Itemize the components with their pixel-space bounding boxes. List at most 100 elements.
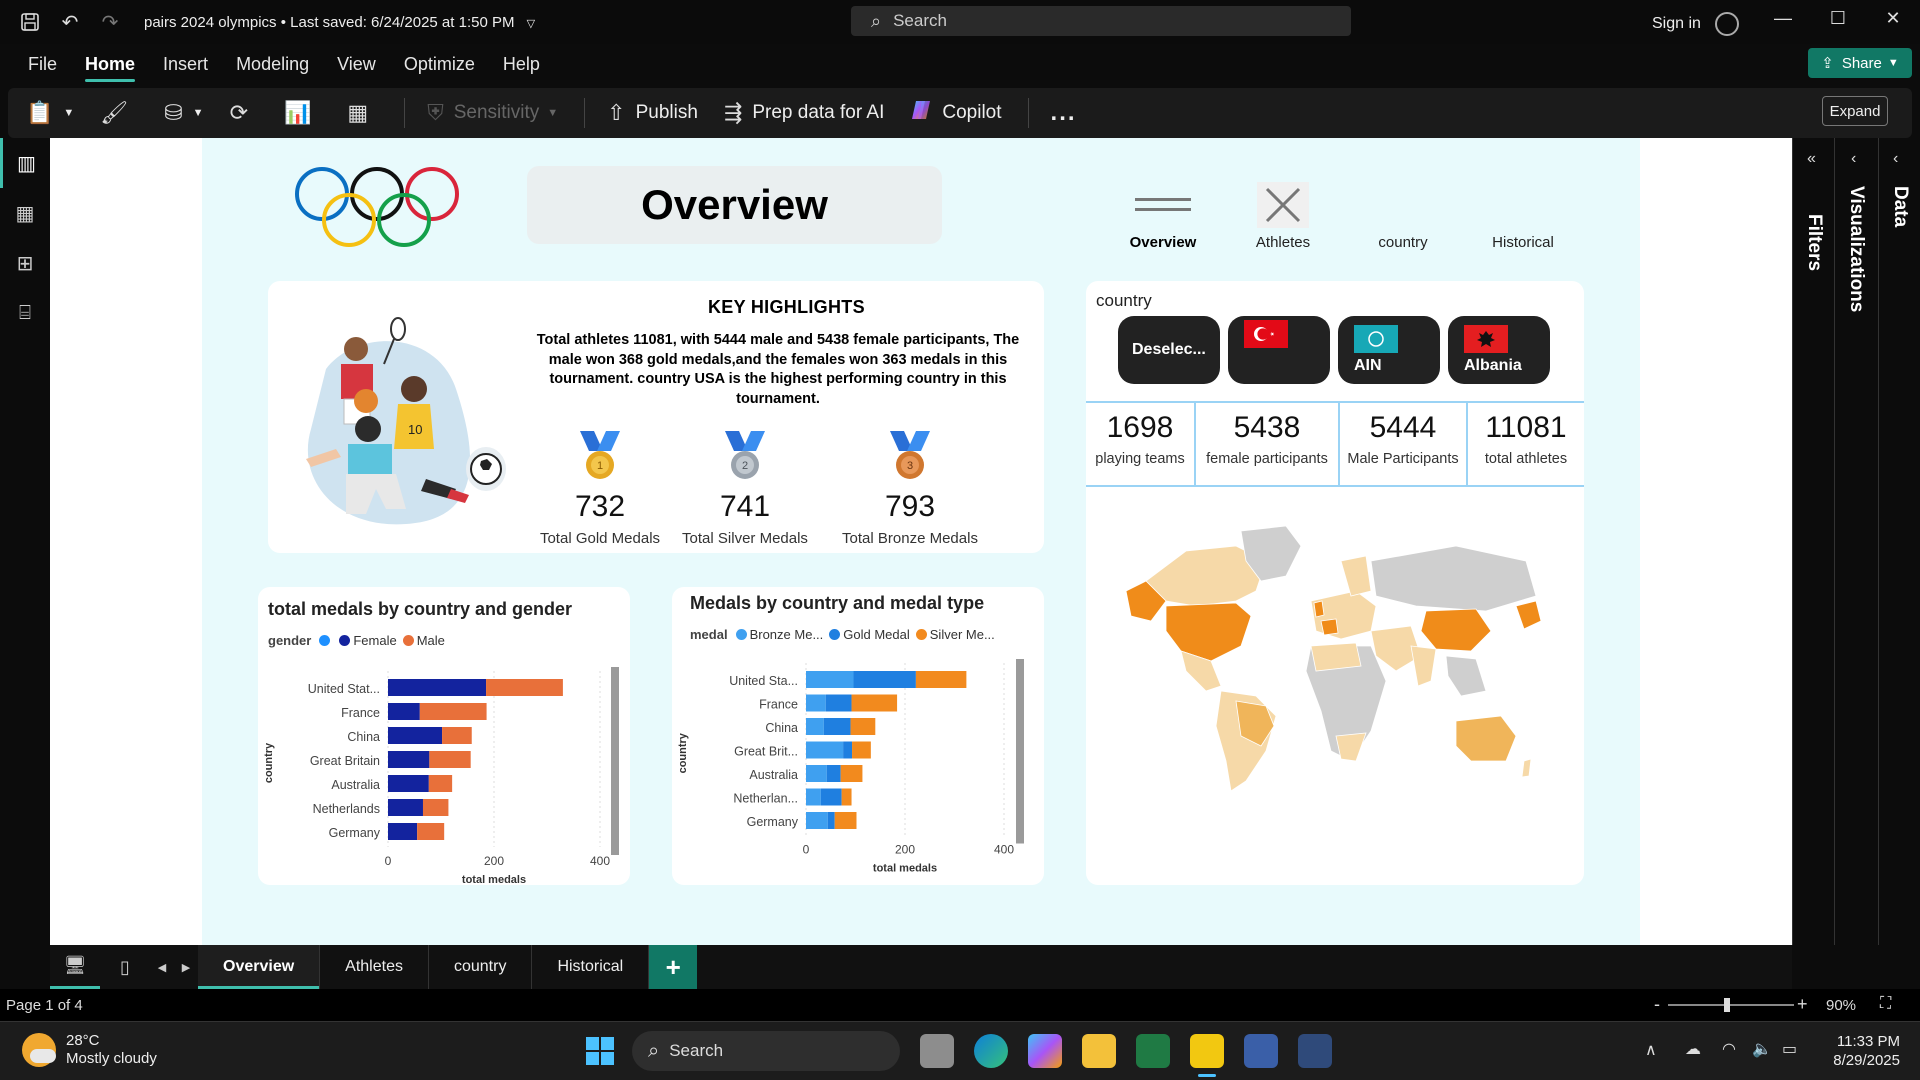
bar-segment[interactable]	[840, 765, 863, 782]
get-data-button[interactable]: ⛁ ▼	[164, 100, 203, 126]
bar-segment[interactable]	[388, 679, 487, 696]
windows-start-icon[interactable]	[585, 1036, 615, 1071]
map-region-france[interactable]	[1320, 618, 1339, 636]
map-region-south-africa[interactable]	[1335, 732, 1367, 762]
speaker-muted-icon[interactable]: 🔈	[1752, 1039, 1772, 1059]
more-options-button[interactable]: ...	[1051, 99, 1077, 127]
bar-segment[interactable]	[806, 741, 844, 759]
tab-country[interactable]: country	[429, 945, 533, 989]
tab-overview[interactable]: Overview	[198, 945, 321, 989]
map-region-australia[interactable]	[1455, 715, 1517, 762]
map-region-new-zealand[interactable]	[1521, 758, 1532, 778]
edge-browser-icon[interactable]	[974, 1034, 1008, 1068]
copilot-app-icon[interactable]	[1028, 1034, 1062, 1068]
tab-prev-icon[interactable]: ◀	[150, 945, 174, 989]
legend-item[interactable]: Gold Medal	[829, 627, 910, 642]
bar-segment[interactable]	[806, 765, 827, 782]
tab-historical[interactable]: Historical	[532, 945, 650, 989]
paste-button[interactable]: 📋 ▼	[26, 100, 74, 126]
model-view-icon[interactable]: ⊞	[0, 238, 50, 288]
bar-segment[interactable]	[850, 718, 876, 735]
share-button[interactable]: ⇪ Share ▼	[1808, 48, 1912, 78]
fit-to-page-icon[interactable]: ⛶	[1880, 995, 1891, 1013]
remote-desktop-icon[interactable]	[1298, 1034, 1332, 1068]
data-pane-collapsed[interactable]: ‹ Data	[1878, 138, 1920, 945]
redo-icon[interactable]: ↷	[90, 0, 130, 44]
visualizations-pane-label[interactable]: Visualizations	[1845, 186, 1867, 312]
add-page-button[interactable]: +	[649, 945, 698, 989]
chevron-left-icon[interactable]: «	[1807, 150, 1816, 168]
bar-segment[interactable]	[388, 751, 430, 768]
map-region-russia[interactable]	[1370, 545, 1537, 612]
taskbar-clock[interactable]: 11:33 PM 8/29/2025	[1830, 1032, 1900, 1070]
bar-segment[interactable]	[851, 694, 898, 712]
bar-segment[interactable]	[806, 671, 854, 688]
report-view-icon[interactable]: ▥	[0, 138, 50, 188]
slicer-chip-deselect[interactable]: Deselec...	[1118, 316, 1220, 384]
copilot-button[interactable]: Copilot	[910, 99, 1002, 127]
document-title[interactable]: pairs 2024 olympics • Last saved: 6/24/2…	[144, 14, 535, 31]
maximize-icon[interactable]: ☐	[1815, 8, 1861, 29]
save-icon[interactable]	[10, 0, 50, 44]
bar-segment[interactable]	[823, 718, 851, 735]
chart-scrollbar[interactable]	[1016, 659, 1024, 844]
legend-item[interactable]: Bronze Me...	[735, 627, 823, 642]
filters-pane-collapsed[interactable]: « Filters	[1792, 138, 1834, 945]
bar-segment[interactable]	[806, 694, 826, 712]
menu-optimize[interactable]: Optimize	[390, 44, 489, 86]
bar-segment[interactable]	[419, 703, 487, 720]
wifi-icon[interactable]: ◠	[1722, 1039, 1736, 1059]
nav-historical[interactable]: Historical	[1468, 182, 1578, 251]
bar-segment[interactable]	[806, 718, 824, 735]
filters-pane-label[interactable]: Filters	[1803, 214, 1825, 271]
data-pane-label[interactable]: Data	[1889, 186, 1911, 227]
map-region-usa[interactable]	[1165, 602, 1252, 662]
format-painter-button[interactable]: 🖌	[100, 100, 138, 126]
publish-button[interactable]: ⇧ Publish	[607, 100, 698, 126]
bar-segment[interactable]	[388, 703, 420, 720]
bar-segment[interactable]	[853, 671, 916, 688]
bar-segment[interactable]	[388, 775, 429, 792]
tab-next-icon[interactable]: ▶	[174, 945, 198, 989]
bar-segment[interactable]	[826, 765, 841, 782]
nav-country[interactable]: country	[1348, 182, 1458, 251]
sign-in-button[interactable]: Sign in	[1652, 12, 1739, 36]
map-region-scandinavia[interactable]	[1340, 555, 1372, 597]
snipping-tool-icon[interactable]	[1244, 1034, 1278, 1068]
zoom-slider[interactable]	[1668, 998, 1794, 1012]
new-visual-button[interactable]: 📊	[284, 100, 321, 126]
menu-home[interactable]: Home	[71, 44, 149, 86]
nav-overview[interactable]: Overview	[1108, 182, 1218, 251]
taskbar-search[interactable]: ⌕ Search	[632, 1031, 900, 1071]
menu-modeling[interactable]: Modeling	[222, 44, 323, 86]
bar-segment[interactable]	[825, 694, 852, 712]
bar-segment[interactable]	[820, 788, 842, 806]
map-region-india[interactable]	[1410, 645, 1437, 687]
slicer-chip-turkey[interactable]	[1228, 316, 1330, 384]
bar-segment[interactable]	[806, 788, 821, 806]
bar-segment[interactable]	[422, 799, 449, 816]
chevron-left-icon[interactable]: ‹	[1851, 150, 1856, 168]
bar-segment[interactable]	[388, 727, 443, 744]
bar-segment[interactable]	[843, 741, 853, 759]
slicer-chip-albania[interactable]: Albania	[1448, 316, 1550, 384]
chevron-left-icon[interactable]: ‹	[1893, 150, 1898, 168]
bar-segment[interactable]	[442, 727, 472, 744]
map-region-japan[interactable]	[1515, 600, 1542, 630]
tab-athletes[interactable]: Athletes	[320, 945, 429, 989]
map-region-china[interactable]	[1420, 608, 1492, 652]
chevron-up-icon[interactable]: ∧	[1645, 1040, 1657, 1060]
menu-file[interactable]: File	[14, 44, 71, 86]
legend-item[interactable]: Silver Me...	[915, 627, 995, 642]
bar-segment[interactable]	[841, 788, 852, 806]
bar-segment[interactable]	[417, 823, 445, 840]
bar-segment[interactable]	[388, 799, 423, 816]
map-region-se-asia[interactable]	[1445, 655, 1487, 697]
bar-segment[interactable]	[852, 741, 871, 759]
prep-data-button[interactable]: ⇶ Prep data for AI	[724, 100, 884, 126]
desktop-layout-icon[interactable]: 🖥	[50, 945, 100, 989]
zoom-slider-thumb[interactable]	[1724, 998, 1730, 1012]
nav-athletes[interactable]: Athletes	[1228, 182, 1338, 251]
battery-icon[interactable]: ▭	[1782, 1039, 1797, 1059]
zoom-out-icon[interactable]: -	[1654, 994, 1660, 1015]
